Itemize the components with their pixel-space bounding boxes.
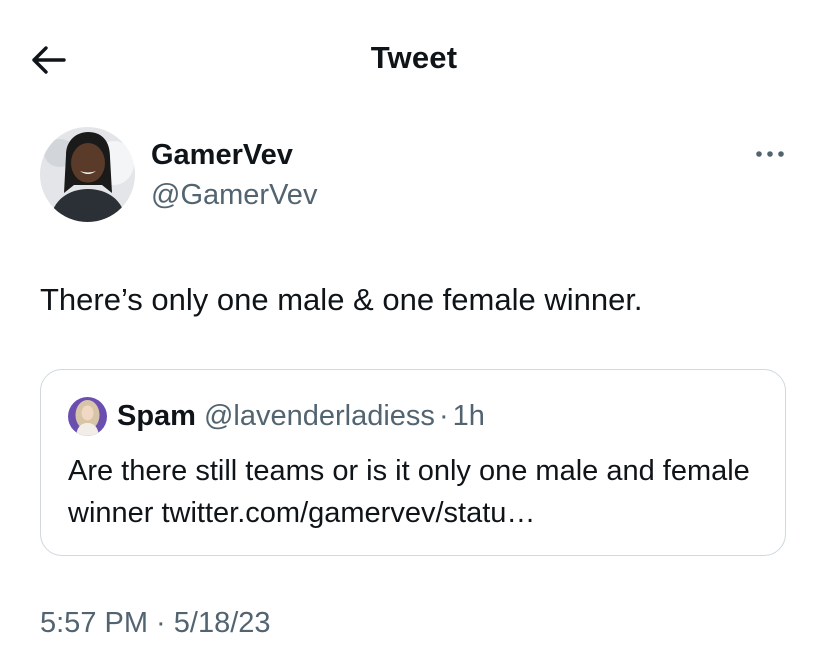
quoted-tweet-text: Are there still teams or is it only one … — [68, 455, 750, 529]
tweet-timestamp: 5:57 PM · 5/18/23 — [40, 607, 271, 639]
ellipsis-icon — [756, 151, 784, 157]
quoted-avatar[interactable] — [68, 396, 107, 436]
quoted-tweet-header: Spam @lavenderladiess · 1h — [68, 396, 485, 436]
tweet-author: GamerVev @GamerVev — [40, 127, 790, 223]
quoted-tweet[interactable]: Spam @lavenderladiess · 1h Are there sti… — [40, 369, 786, 556]
author-handle[interactable]: @GamerVev — [151, 179, 317, 212]
tweet-date: 5/18/23 — [173, 607, 271, 639]
separator-dot: · — [438, 399, 449, 432]
tweet-text: There’s only one male & one female winne… — [40, 282, 643, 317]
quoted-author-handle: @lavenderladiess — [203, 399, 435, 432]
avatar-image — [40, 127, 135, 222]
quoted-author-name: Spam — [117, 399, 196, 432]
tweet-time: 5:57 PM — [40, 607, 148, 639]
more-options-button[interactable] — [750, 139, 790, 169]
quoted-tweet-age: 1h — [452, 399, 485, 432]
top-bar: Tweet — [0, 0, 828, 120]
quoted-avatar-image — [68, 396, 107, 436]
avatar[interactable] — [40, 127, 135, 222]
author-name[interactable]: GamerVev — [151, 139, 293, 172]
page-title: Tweet — [370, 40, 458, 75]
